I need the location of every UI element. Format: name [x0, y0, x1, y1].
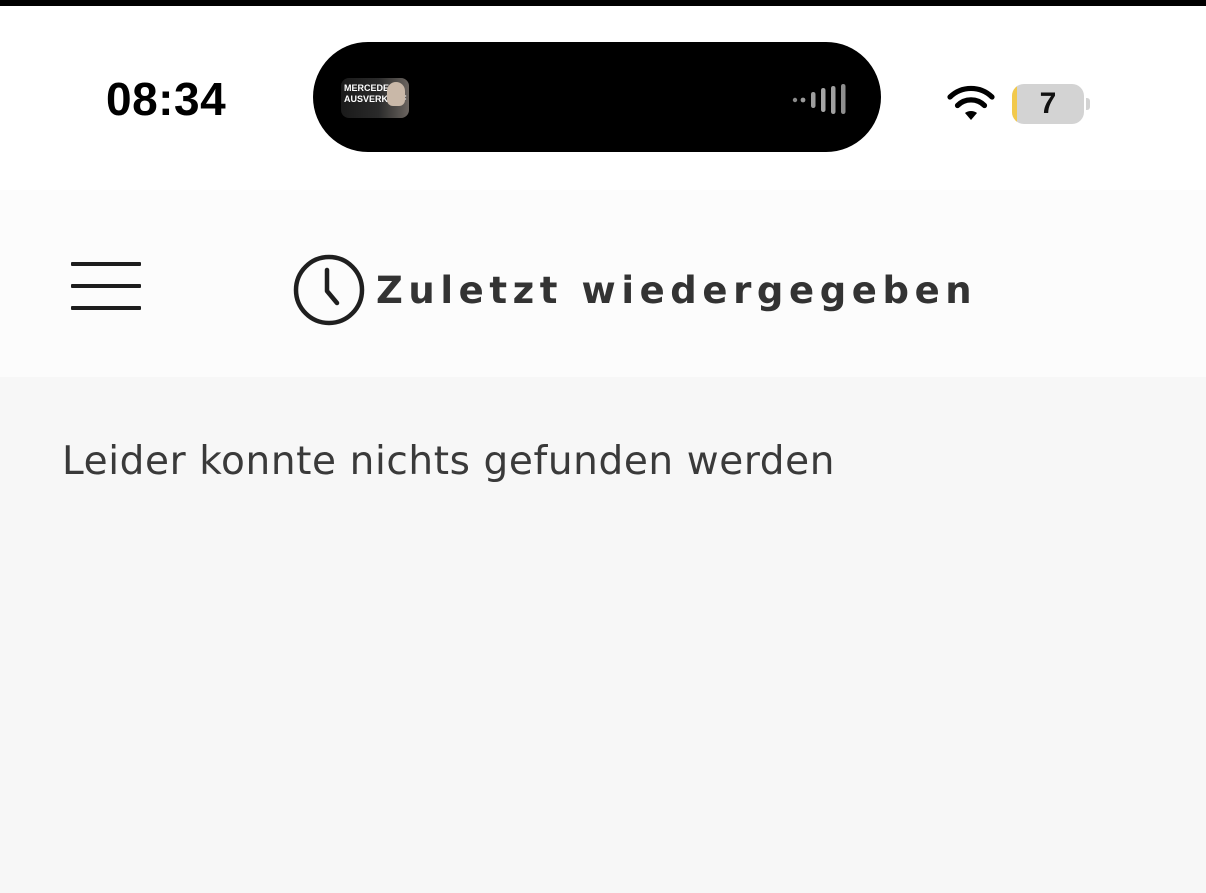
battery-tip	[1086, 98, 1090, 110]
audio-waveform-icon	[792, 84, 846, 114]
menu-bar-bottom	[71, 306, 141, 310]
menu-bar-top	[71, 262, 141, 266]
menu-bar-middle	[71, 284, 141, 288]
page-header: Zuletzt wiedergegeben	[0, 190, 1206, 377]
status-time: 08:34	[106, 73, 227, 125]
empty-state-message: Leider konnte nichts gefunden werden	[62, 439, 836, 484]
battery-level: 7	[1039, 87, 1057, 120]
page-title: Zuletzt wiedergegeben	[376, 268, 978, 312]
clock-icon	[293, 254, 365, 326]
thumbnail-person	[387, 82, 405, 106]
page-title-group: Zuletzt wiedergegeben	[292, 253, 977, 327]
wifi-icon	[947, 85, 995, 120]
now-playing-thumbnail[interactable]: MERCEDES AUSVERKAUF	[341, 78, 409, 118]
status-bar: 08:34 MERCEDES AUSVERKAUF 7	[0, 6, 1206, 190]
app-screen: 08:34 MERCEDES AUSVERKAUF 7 Zuletzt wied…	[0, 0, 1206, 893]
hamburger-menu-icon[interactable]	[60, 248, 152, 324]
dynamic-island[interactable]: MERCEDES AUSVERKAUF	[313, 42, 881, 152]
content-area: Leider konnte nichts gefunden werden	[0, 377, 1206, 893]
battery-indicator: 7	[1012, 84, 1084, 124]
